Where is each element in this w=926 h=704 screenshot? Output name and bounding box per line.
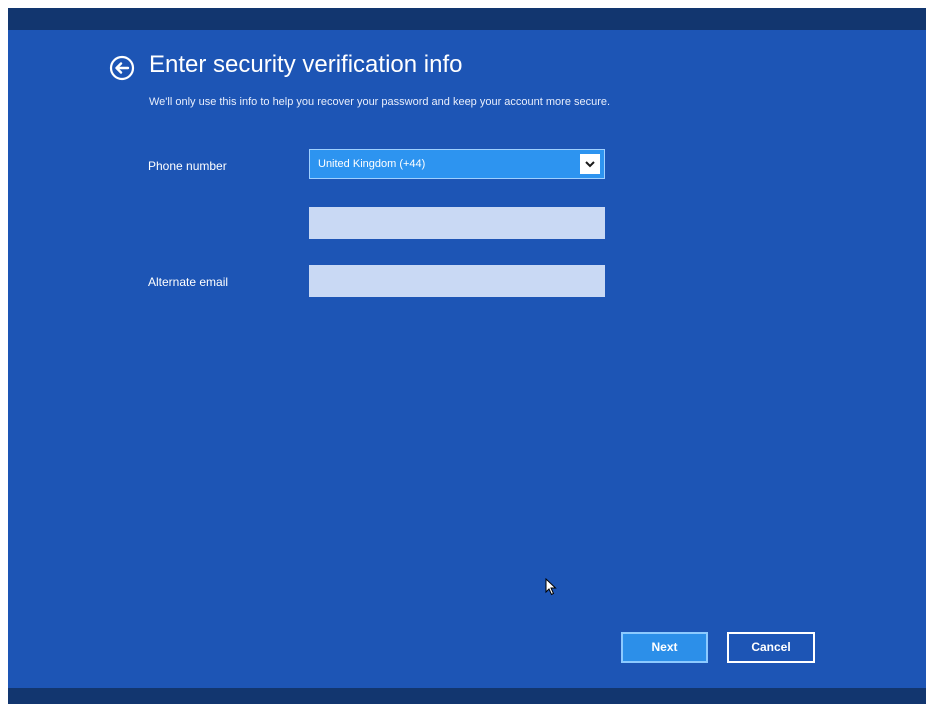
phone-number-label: Phone number	[148, 159, 227, 173]
bottom-bar	[8, 688, 926, 704]
cancel-button[interactable]: Cancel	[727, 632, 815, 663]
mouse-pointer-icon	[545, 578, 557, 596]
country-code-value: United Kingdom (+44)	[318, 158, 426, 170]
back-arrow-icon	[109, 55, 135, 81]
back-button[interactable]	[109, 55, 135, 81]
alternate-email-input[interactable]	[309, 265, 605, 297]
chevron-down-icon[interactable]	[580, 154, 600, 174]
page-title: Enter security verification info	[149, 51, 463, 78]
alternate-email-label: Alternate email	[148, 275, 229, 289]
country-code-select[interactable]: United Kingdom (+44)	[309, 149, 605, 179]
page-subtitle: We'll only use this info to help you rec…	[149, 96, 611, 108]
top-bar	[8, 8, 926, 30]
setup-window: Enter security verification info We'll o…	[8, 8, 926, 704]
next-button[interactable]: Next	[621, 632, 708, 663]
phone-number-input[interactable]	[309, 207, 605, 239]
